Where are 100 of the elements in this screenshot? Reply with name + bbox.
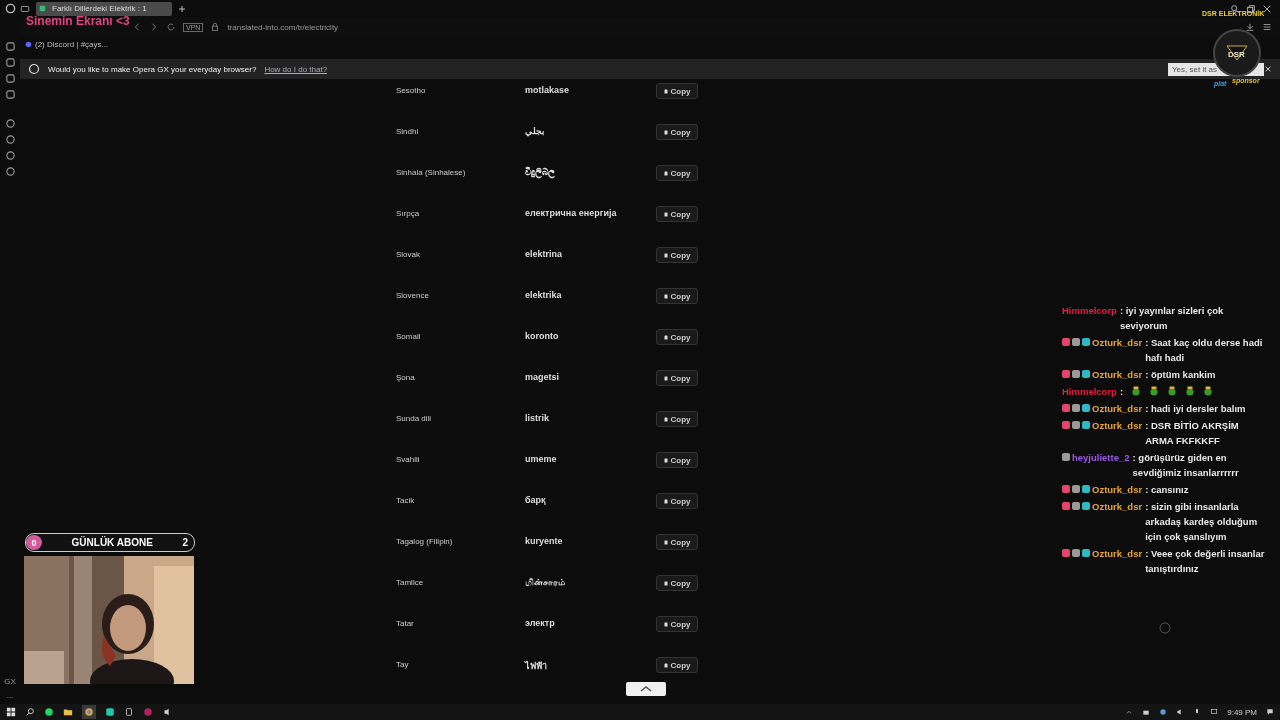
chat-message: : sizin gibi insanlarla arkadaş kardeş olduğum için çok şanslıyım <box>1145 500 1259 544</box>
counter-number: 0 <box>26 535 42 550</box>
chat-message: : DSR BİTİO AKRŞİM ARMA FKFKKFF <box>1145 419 1240 448</box>
copy-button[interactable]: Copy <box>656 370 698 386</box>
language-name: Svahili <box>396 454 421 464</box>
new-tab-icon[interactable] <box>178 4 186 13</box>
copy-button[interactable]: Copy <box>656 165 698 181</box>
chat-username[interactable]: Ozturk_dsr <box>1092 418 1143 433</box>
copy-button[interactable]: Copy <box>656 452 698 468</box>
language-name: Tacik <box>396 495 416 505</box>
reload-icon[interactable] <box>166 22 176 32</box>
tab-switcher-icon[interactable] <box>20 3 30 14</box>
close-icon[interactable] <box>1262 3 1272 14</box>
language-name: Sinhala (Sinhalese) <box>396 167 467 177</box>
opera-logo-icon[interactable] <box>4 3 16 14</box>
sidebar-app-icon[interactable] <box>4 57 16 68</box>
language-name: Slovak <box>396 249 421 259</box>
gx-label[interactable]: GX <box>4 677 16 686</box>
language-name: Şona <box>396 372 416 382</box>
clipboard-icon <box>663 293 668 299</box>
language-name: Sunda dili <box>396 413 433 423</box>
clipboard-icon <box>663 662 668 668</box>
search-icon[interactable] <box>25 707 35 717</box>
close-icon[interactable] <box>1264 65 1272 73</box>
chat-message: : görüşürüz giden en sevdiğimiz insanlarrrrrr <box>1132 451 1240 480</box>
clipboard-icon <box>663 621 668 627</box>
copy-button[interactable]: Copy <box>656 616 698 632</box>
clock-time[interactable]: 9:49 PM <box>1227 707 1257 717</box>
chat-username[interactable]: Ozturk_dsr <box>1092 367 1143 382</box>
opera-logo-icon <box>28 63 40 75</box>
chat-message: : öptüm kankim <box>1145 368 1216 382</box>
how-to-link[interactable]: How do I do that? <box>264 64 328 74</box>
sidebar-app-icon[interactable] <box>4 118 16 129</box>
more-label[interactable]: ... <box>6 691 14 700</box>
copy-button[interactable]: Copy <box>656 534 698 550</box>
loading-icon <box>1159 622 1171 634</box>
chat-username[interactable]: Ozturk_dsr <box>1092 335 1143 350</box>
chat-username[interactable]: Ozturk_dsr <box>1092 482 1143 497</box>
chat-app-icon[interactable] <box>44 707 54 717</box>
clipboard-icon <box>663 334 668 340</box>
speaker-icon[interactable] <box>162 707 172 717</box>
chat-username[interactable]: Ozturk_dsr <box>1092 401 1143 416</box>
copy-button[interactable]: Copy <box>656 493 698 509</box>
clipboard-icon <box>663 170 668 176</box>
copy-button[interactable]: Copy <box>656 288 698 304</box>
language-name: Tay <box>396 659 410 669</box>
browser-app-icon[interactable] <box>82 705 96 719</box>
translation-text: بجلي <box>525 125 546 136</box>
copy-button[interactable]: Copy <box>656 83 698 99</box>
stream-title: Sinemin Ekranı <3 <box>26 15 130 28</box>
folder-icon[interactable] <box>63 707 73 717</box>
browser-tab[interactable]: Farklı Dillerdeki Elektrik : 1 <box>36 1 172 16</box>
translation-text: motlakase <box>525 84 571 95</box>
notification-icon[interactable] <box>1266 708 1274 716</box>
favicon-icon <box>39 5 46 12</box>
chat-username[interactable]: Ozturk_dsr <box>1092 499 1143 514</box>
sidebar-app-icon[interactable] <box>4 166 16 177</box>
chat-message: : Saat kaç oldu derse hadi hafı hadi <box>1145 336 1264 365</box>
sidebar-app-icon[interactable] <box>4 150 16 161</box>
copy-button[interactable]: Copy <box>656 411 698 427</box>
language-name: Sesotho <box>396 85 427 95</box>
language-name: Somali <box>396 331 422 341</box>
chat-username[interactable]: heyjuliette_2 <box>1072 450 1130 465</box>
frog-emote-icon <box>1185 386 1196 396</box>
clipboard-icon <box>663 375 668 381</box>
copy-button[interactable]: Copy <box>656 206 698 222</box>
counter-number: 2 <box>182 537 189 548</box>
copy-button[interactable]: Copy <box>656 247 698 263</box>
bookmark-link[interactable]: (2) Discord | #çays... <box>25 39 109 49</box>
download-icon[interactable] <box>1245 22 1255 32</box>
translation-text: විදුලිබල <box>525 165 556 178</box>
frog-emote-icon <box>1149 386 1160 396</box>
sidebar-app-icon[interactable] <box>4 41 16 52</box>
chat-username[interactable]: Himmelcorp <box>1062 384 1117 399</box>
menu-icon[interactable] <box>1262 22 1272 32</box>
chat-username[interactable]: Himmelcorp <box>1062 303 1117 318</box>
back-icon[interactable] <box>132 22 142 32</box>
sidebar-app-icon[interactable] <box>4 89 16 100</box>
translation-text: kuryente <box>525 535 564 546</box>
windows-start-icon[interactable] <box>6 707 16 717</box>
copy-button[interactable]: Copy <box>656 657 698 673</box>
chat-username[interactable]: Ozturk_dsr <box>1092 546 1143 561</box>
translation-text: magetsi <box>525 371 560 382</box>
caret-icon[interactable] <box>1125 708 1134 716</box>
chat-message: : cansınız <box>1145 483 1189 497</box>
copy-button[interactable]: Copy <box>656 124 698 140</box>
translation-text: барқ <box>525 494 547 505</box>
language-name: Tatar <box>396 618 415 628</box>
sidebar-app-icon[interactable] <box>4 134 16 145</box>
sidebar-app-icon[interactable] <box>4 73 16 84</box>
translation-text: listrik <box>525 412 550 423</box>
clipboard-icon <box>663 539 668 545</box>
scroll-up-button[interactable] <box>626 682 666 696</box>
translation-text: elektrika <box>525 289 563 300</box>
address-field[interactable]: translated-into.com/tr/electricity <box>227 22 339 32</box>
network-icon[interactable] <box>1210 708 1219 716</box>
copy-button[interactable]: Copy <box>656 329 698 345</box>
copy-button[interactable]: Copy <box>656 575 698 591</box>
chat-message: : <box>1119 385 1124 399</box>
clipboard-icon <box>663 129 668 135</box>
